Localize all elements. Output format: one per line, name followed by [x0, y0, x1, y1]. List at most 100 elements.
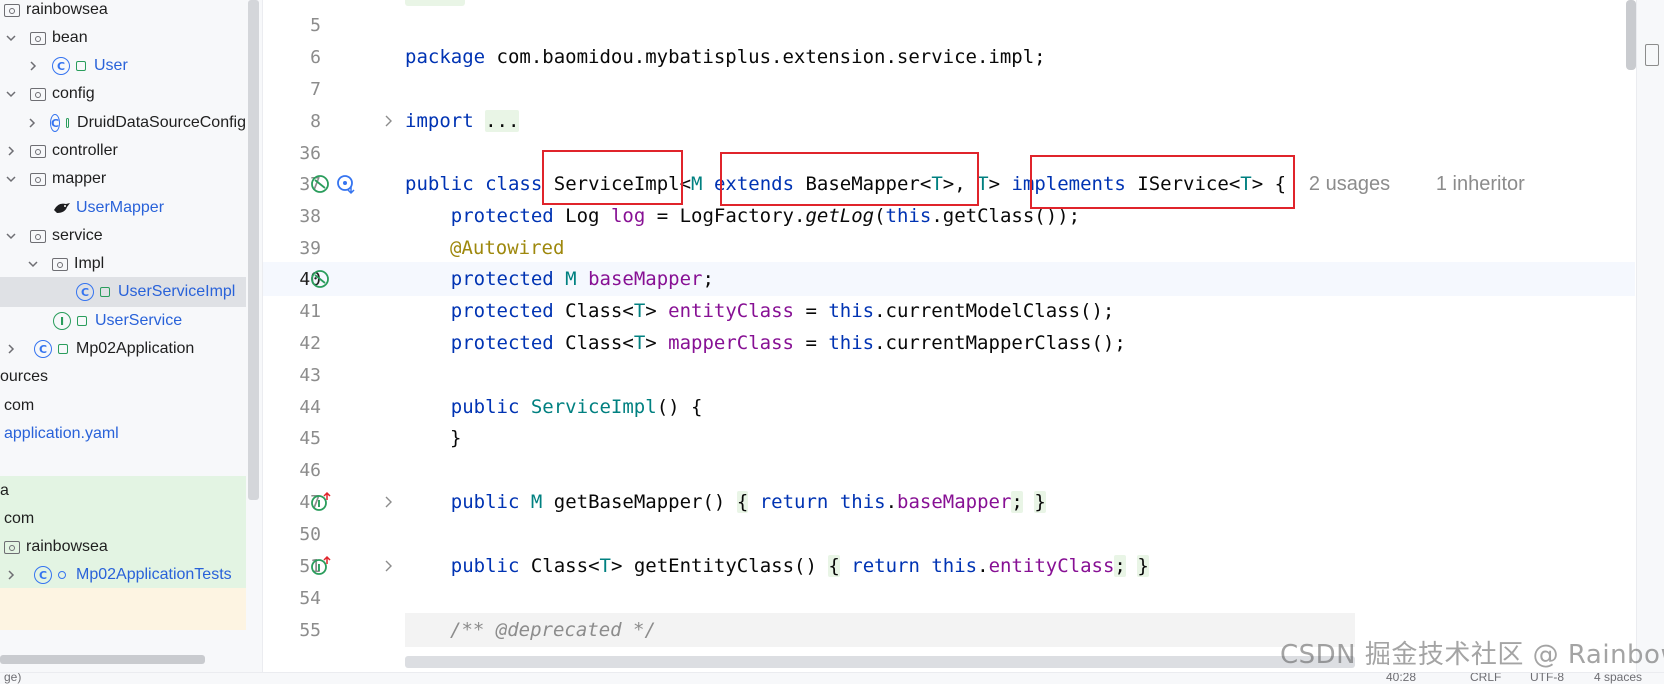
tree-row-application-yaml[interactable]: application.yaml — [0, 419, 246, 449]
code-token: T — [599, 555, 611, 577]
line-number: 54 — [299, 587, 321, 609]
chevron-down-icon[interactable] — [4, 87, 18, 101]
implements-method-icon[interactable]: I — [309, 491, 331, 513]
tree-label: controller — [52, 142, 118, 159]
tree-row-user[interactable]: C User — [0, 51, 246, 81]
tree-label: service — [52, 227, 103, 244]
chevron-right-icon[interactable] — [26, 116, 38, 130]
line-number: 41 — [299, 300, 321, 322]
tree-row-usermapper[interactable]: UserMapper — [0, 193, 246, 223]
project-tree: rainbowsea bean C User config C DruidDat… — [0, 0, 262, 672]
spring-boot-class-icon: C — [34, 340, 52, 358]
line-number: 45 — [299, 427, 321, 449]
class-icon: C — [52, 57, 70, 75]
code-token: public — [450, 396, 520, 418]
folder-icon — [30, 229, 46, 243]
tree-row-bean[interactable]: bean — [0, 23, 246, 53]
line-number: 43 — [299, 364, 321, 386]
tree-row-userserviceimpl[interactable]: C UserServiceImpl — [0, 277, 246, 307]
tree-label: com — [4, 397, 35, 414]
tree-row-rainbowsea[interactable]: rainbowsea — [0, 0, 246, 25]
keyword-import: import — [405, 110, 474, 132]
folder-icon — [52, 257, 68, 271]
test-class-icon: C — [34, 566, 52, 584]
code-line: 43 — [263, 358, 1635, 392]
tree-row-mp02application[interactable]: C Mp02Application — [0, 334, 246, 364]
code-token: { — [828, 555, 840, 577]
code-token: T — [633, 300, 646, 322]
tree-row-druid-config[interactable]: C DruidDataSourceConfig — [0, 108, 246, 138]
lock-icon — [100, 287, 110, 297]
inheritor-hint: 1 inheritor — [1435, 172, 1525, 195]
lock-icon — [77, 316, 87, 326]
code-editor[interactable]: 5 6 package com.baomidou.mybatisplus.ext… — [263, 0, 1664, 672]
code-line: 6 package com.baomidou.mybatisplus.exten… — [263, 40, 1635, 74]
highlight-box-implements — [1030, 155, 1295, 209]
implements-method-icon[interactable]: I — [309, 555, 331, 577]
fold-expand-icon[interactable] — [384, 559, 394, 573]
code-token: M — [530, 491, 543, 513]
autowire-bean-icon[interactable] — [309, 268, 331, 290]
run-marker-icon — [58, 571, 66, 579]
line-number: 36 — [299, 142, 321, 164]
closing-brace: } — [450, 427, 462, 449]
folder-icon — [30, 87, 46, 101]
getentityclass-method: public Class<T> getEntityClass() { retur… — [450, 555, 1149, 577]
fold-expand-icon[interactable] — [384, 495, 394, 509]
folder-icon — [4, 540, 20, 554]
file-encoding[interactable]: UTF-8 — [1530, 673, 1564, 684]
tree-row-service[interactable]: service — [0, 221, 246, 251]
tree-row-resources[interactable]: ources — [0, 362, 246, 392]
tree-highlight-area — [0, 588, 246, 630]
log-field: protected Log log = LogFactory.getLog(th… — [450, 205, 1081, 227]
chevron-down-icon[interactable] — [26, 257, 40, 271]
indent-setting[interactable]: 4 spaces — [1594, 673, 1642, 684]
tree-row-userservice[interactable]: I UserService — [0, 306, 246, 336]
fold-expand-icon[interactable] — [384, 114, 394, 128]
code-line: 45 } — [263, 421, 1635, 455]
tree-label: UserMapper — [76, 199, 165, 216]
code-token: ; — [1011, 491, 1023, 513]
code-token: log — [610, 205, 646, 227]
tree-label: User — [94, 57, 128, 74]
class-icon: C — [50, 114, 61, 132]
code-line: 5 — [263, 8, 1635, 42]
code-token: this — [839, 491, 886, 513]
chevron-down-icon[interactable] — [4, 31, 18, 45]
tree-row-test-rainbowsea[interactable]: rainbowsea — [0, 532, 246, 562]
tree-row-test-com[interactable]: com — [0, 504, 246, 534]
notifications-icon[interactable] — [1645, 44, 1659, 66]
implemented-method-icon[interactable] — [335, 173, 357, 195]
spring-bean-icon[interactable] — [309, 173, 331, 195]
tree-row-mapper[interactable]: mapper — [0, 164, 246, 194]
tree-row-controller[interactable]: controller — [0, 136, 246, 166]
tree-horizontal-scrollbar[interactable] — [0, 655, 205, 664]
tree-row-mp02applicationtests[interactable]: C Mp02ApplicationTests — [0, 560, 246, 590]
code-line: 7 — [263, 72, 1635, 106]
tree-label: com — [4, 510, 35, 527]
tree-row-test-root[interactable]: a — [0, 476, 246, 506]
code-line: 44 public ServiceImpl() { — [263, 390, 1635, 424]
code-token: this — [828, 332, 875, 354]
tree-label: Mp02Application — [76, 340, 195, 357]
chevron-right-icon[interactable] — [4, 568, 18, 582]
editor-horizontal-scrollbar[interactable] — [405, 656, 1355, 668]
tree-row-com[interactable]: com — [0, 391, 246, 421]
chevron-right-icon[interactable] — [4, 342, 18, 356]
code-token: this — [885, 205, 932, 227]
chevron-down-icon[interactable] — [4, 229, 18, 243]
tree-vertical-scrollbar[interactable] — [248, 0, 259, 500]
chevron-right-icon[interactable] — [4, 144, 18, 158]
usages-hint: 2 usages — [1308, 172, 1391, 195]
getbasemapper-method: public M getBaseMapper() { return this.b… — [450, 491, 1046, 513]
basemapper-field: protected M baseMapper; — [450, 268, 714, 290]
tree-row-impl[interactable]: Impl — [0, 249, 246, 279]
chevron-right-icon[interactable] — [26, 59, 40, 73]
editor-vertical-scrollbar[interactable] — [1626, 0, 1636, 70]
line-separator[interactable]: CRLF — [1470, 673, 1501, 684]
chevron-down-icon[interactable] — [4, 172, 18, 186]
import-statement[interactable]: import ... — [405, 110, 520, 132]
code-line: /** @deprecated */ — [405, 613, 1355, 647]
cursor-position[interactable]: 40:28 — [1386, 673, 1416, 684]
tree-row-config[interactable]: config — [0, 79, 246, 109]
